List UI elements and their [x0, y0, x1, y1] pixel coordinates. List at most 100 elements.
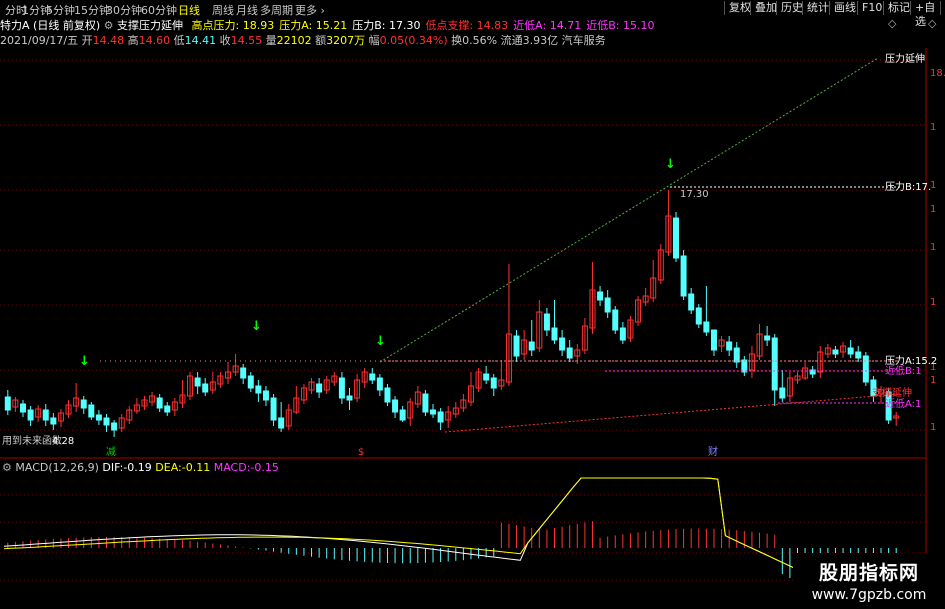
- candle-body: [673, 217, 679, 259]
- candle-body: [42, 409, 49, 421]
- quote-date: 2021/09/17/五: [0, 34, 79, 47]
- candle: [133, 398, 140, 414]
- close-label: 收: [219, 34, 231, 47]
- candle: [893, 412, 900, 426]
- period-tab-3[interactable]: 15分钟: [74, 2, 110, 18]
- volume-value: 22102: [276, 34, 312, 47]
- toggle-icon[interactable]: ◇: [928, 17, 936, 30]
- candle: [437, 408, 444, 430]
- indicator-field-2: 压力B: 17.30: [352, 19, 421, 32]
- candle: [483, 366, 490, 384]
- candle: [710, 329, 717, 356]
- candle: [156, 394, 163, 412]
- candle-body: [832, 349, 839, 355]
- period-tab-8[interactable]: 月线: [236, 2, 258, 18]
- toolbar-button-8[interactable]: 返回: [940, 1, 945, 15]
- candle: [331, 372, 338, 386]
- macd-label: MACD:: [213, 461, 251, 474]
- candle: [521, 330, 528, 360]
- candle: [338, 372, 345, 404]
- macd-title[interactable]: MACD(12,26,9): [15, 461, 99, 474]
- signal-arrow-icon: ↓: [251, 319, 262, 334]
- watermark-title: 股朋指标网: [818, 562, 919, 584]
- candle-body: [543, 313, 550, 331]
- candle: [528, 320, 535, 356]
- period-tab-4[interactable]: 30分钟: [106, 2, 142, 18]
- candle: [316, 378, 323, 398]
- candle-body: [88, 404, 95, 418]
- event-mark: 财: [708, 445, 718, 458]
- candle: [19, 400, 26, 417]
- candle: [779, 370, 786, 402]
- signal-arrow-icon: ↓: [79, 354, 90, 369]
- macd-settings-icon[interactable]: ⚙: [2, 461, 12, 474]
- candle: [202, 378, 209, 396]
- candle: [209, 372, 216, 394]
- candle: [118, 414, 125, 432]
- candle-body: [278, 417, 285, 429]
- dea-value: -0.11: [181, 461, 211, 474]
- candle: [718, 336, 725, 352]
- line-label: 压力延伸: [885, 52, 925, 65]
- candle: [35, 405, 42, 422]
- open-value: 14.48: [92, 34, 125, 47]
- peak-value-label: 17.30: [680, 189, 709, 200]
- indicator-name[interactable]: 支撑压力延伸: [117, 19, 183, 32]
- close-value: 14.55: [230, 34, 263, 47]
- support-extension-line: [444, 393, 901, 433]
- candle: [855, 346, 862, 362]
- period-tab-5[interactable]: 60分钟: [141, 2, 177, 18]
- candle: [65, 400, 72, 418]
- candle: [741, 356, 748, 376]
- period-tab-7[interactable]: 周线: [212, 2, 234, 18]
- candle-body: [710, 329, 717, 351]
- candle: [688, 288, 695, 314]
- candle: [832, 346, 839, 358]
- candle-body: [559, 337, 566, 351]
- candle: [232, 354, 239, 376]
- stock-name[interactable]: 特力A: [0, 19, 30, 32]
- settings-icon[interactable]: ⚙: [104, 19, 114, 32]
- candle: [187, 372, 194, 400]
- candle: [392, 396, 399, 418]
- toolbar-button-4[interactable]: 画线: [829, 1, 860, 15]
- candle-body: [847, 347, 854, 355]
- candle-body: [399, 409, 406, 421]
- candle: [179, 380, 186, 408]
- candle: [4, 390, 11, 415]
- candle: [475, 368, 482, 392]
- macd-value: -0.15: [250, 461, 279, 474]
- period-tab-2[interactable]: 5分钟: [46, 2, 75, 18]
- candle-body: [528, 341, 535, 351]
- candle: [498, 360, 505, 390]
- candle-body: [19, 403, 26, 413]
- period-toolbar: 分时 1分钟 5分钟 15分钟 30分钟 60分钟 日线 周线 月线 多周期 更多 › 复权 叠加 历史统…: [0, 0, 945, 28]
- candle: [612, 306, 619, 334]
- candle-body: [156, 397, 163, 409]
- period-tab-6[interactable]: 日线: [178, 2, 200, 18]
- candle: [103, 414, 110, 432]
- candle: [95, 410, 102, 425]
- candle: [817, 346, 824, 378]
- candle: [460, 394, 467, 412]
- toolbar-button-5[interactable]: F10: [857, 1, 886, 15]
- candle: [50, 413, 57, 430]
- period-tab-10[interactable]: 更多 ›: [295, 2, 325, 18]
- candle-body: [612, 309, 619, 331]
- candle: [262, 386, 269, 406]
- candle-body: [27, 409, 34, 421]
- diamond-icon[interactable]: ◇: [888, 17, 896, 30]
- turnover-value: 0.56%: [462, 34, 498, 47]
- period-tab-9[interactable]: 多周期: [260, 2, 293, 18]
- chart-canvas[interactable]: 18.511111111 ↓↓↓↓17.30压力延伸压力B:17.压力A:15.…: [0, 0, 945, 609]
- candle: [650, 260, 657, 302]
- candle-body: [240, 367, 247, 379]
- candle: [278, 402, 285, 432]
- dif-value: -0.19: [123, 461, 152, 474]
- candle: [657, 244, 664, 284]
- quote-line: 2021/09/17/五 开14.48 高14.60 低14.41 收14.55…: [0, 32, 606, 47]
- candle: [695, 304, 702, 328]
- candle-body: [862, 355, 869, 383]
- candle: [673, 212, 679, 262]
- turnover-label: 换: [451, 34, 463, 47]
